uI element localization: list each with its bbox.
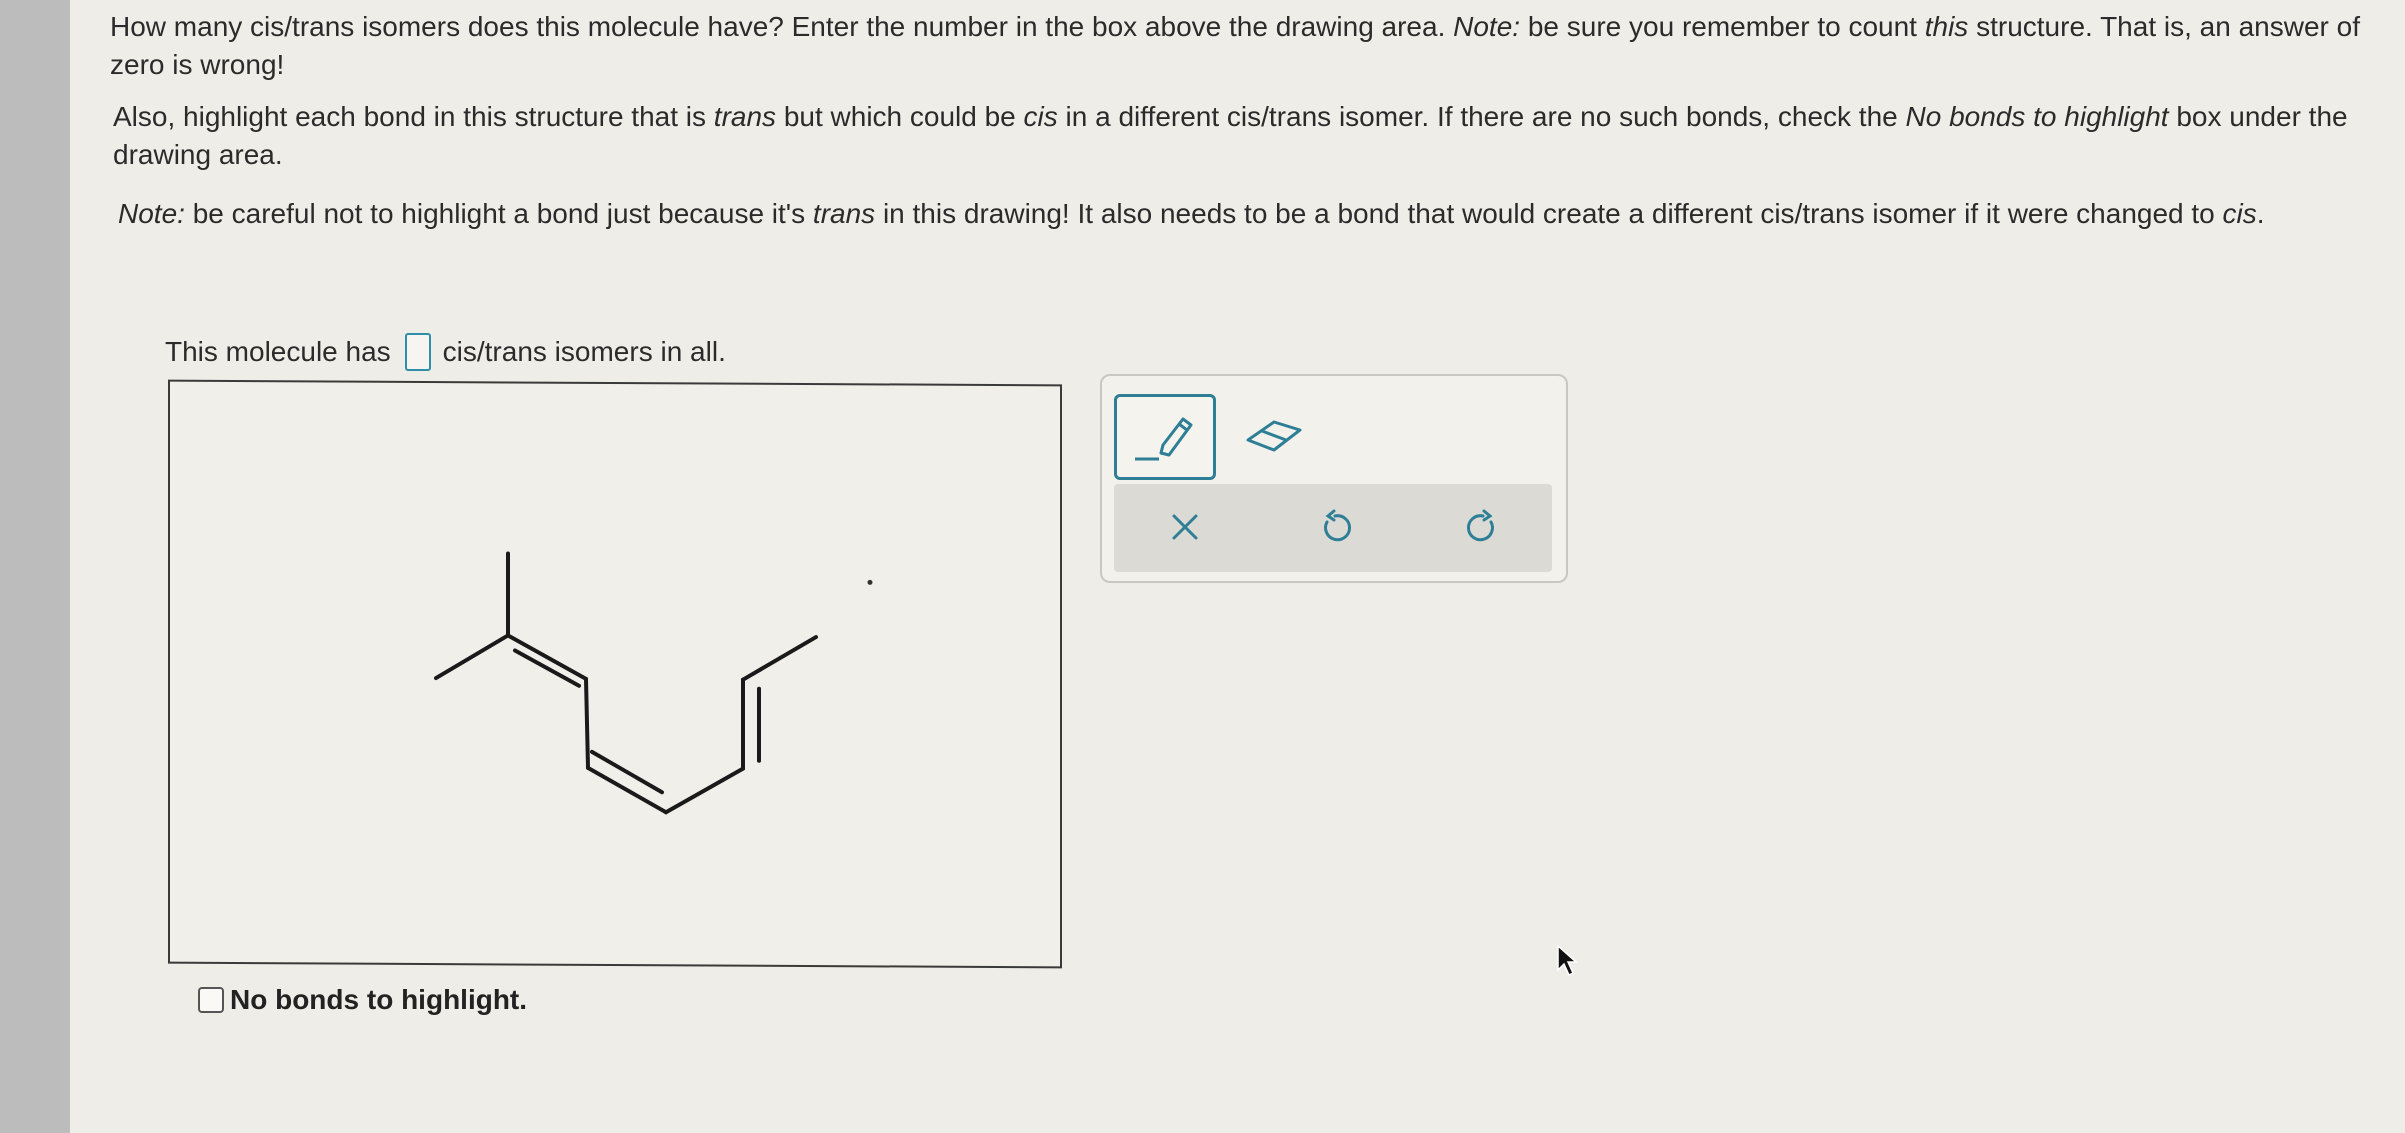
- answer-line: This molecule has cis/trans isomers in a…: [165, 333, 726, 371]
- drawing-area[interactable]: [168, 379, 1062, 969]
- answer-suffix: cis/trans isomers in all.: [442, 336, 726, 367]
- bond-methyl-left[interactable]: [434, 633, 510, 681]
- no-bonds-checkbox[interactable]: [198, 987, 224, 1013]
- bond-double-c2-c3[interactable]: [506, 633, 588, 681]
- undo-button[interactable]: [1310, 502, 1360, 552]
- action-bar: [1114, 484, 1552, 572]
- no-bonds-option[interactable]: No bonds to highlight.: [198, 984, 527, 1016]
- question-paragraph-3: Note: be careful not to highlight a bond…: [118, 198, 2265, 229]
- bond-c3-c4[interactable]: [584, 676, 590, 770]
- bond-c5-c6[interactable]: [664, 766, 745, 815]
- redo-icon: [1467, 509, 1494, 542]
- close-icon: [1172, 514, 1198, 540]
- clear-button[interactable]: [1160, 502, 1210, 552]
- redo-button[interactable]: [1458, 502, 1508, 552]
- bond-c7-c8[interactable]: [741, 635, 818, 682]
- isomer-count-input[interactable]: [404, 333, 431, 371]
- question-paragraph-1: How many cis/trans isomers does this mol…: [110, 11, 2360, 80]
- question-paragraph-2: Also, highlight each bond in this struct…: [113, 101, 2348, 170]
- tool-palette: [1100, 374, 1568, 583]
- answer-prefix: This molecule has: [165, 336, 391, 367]
- left-gutter: [0, 0, 70, 1133]
- stray-dot: [867, 579, 873, 585]
- undo-icon: [1324, 509, 1351, 542]
- no-bonds-label: No bonds to highlight.: [230, 984, 528, 1015]
- bond-double-c4-c5-inner[interactable]: [590, 749, 664, 795]
- eraser-tool-button[interactable]: [1242, 406, 1306, 462]
- highlight-tool-button[interactable]: [1114, 394, 1216, 480]
- molecule-structure: [434, 551, 873, 815]
- eraser-icon: [1246, 420, 1302, 452]
- mouse-cursor-icon: [1556, 944, 1580, 983]
- pencil-highlight-icon: [1135, 417, 1193, 461]
